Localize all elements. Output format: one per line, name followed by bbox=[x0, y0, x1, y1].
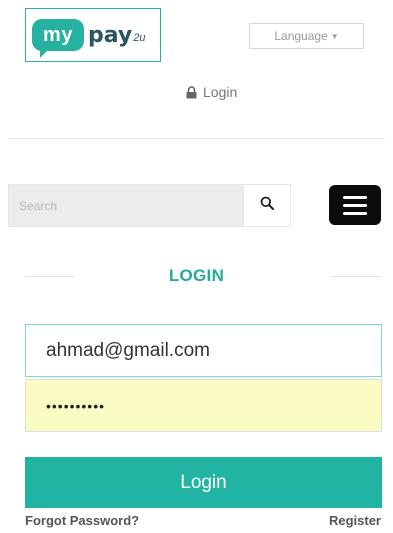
login-button[interactable]: Login bbox=[25, 457, 382, 508]
logo-text: pay bbox=[88, 22, 133, 48]
title-divider-right bbox=[331, 276, 381, 277]
forgot-password-link[interactable]: Forgot Password? bbox=[25, 513, 139, 528]
hamburger-menu-icon-bar bbox=[343, 203, 367, 207]
search-bar bbox=[8, 184, 291, 227]
hamburger-menu-icon-bar bbox=[343, 211, 367, 215]
search-button[interactable] bbox=[243, 185, 290, 226]
logo-bubble-text: my bbox=[43, 23, 73, 46]
header-login-label: Login bbox=[203, 84, 238, 100]
logo[interactable]: my pay 2u bbox=[25, 8, 161, 62]
search-icon bbox=[260, 196, 274, 215]
lock-icon bbox=[186, 85, 197, 99]
language-dropdown[interactable]: Language ▼ bbox=[249, 23, 364, 49]
hamburger-menu-icon-bar bbox=[343, 195, 367, 199]
search-input[interactable] bbox=[9, 185, 243, 226]
logo-bubble: my bbox=[32, 19, 84, 58]
logo-suffix: 2u bbox=[133, 32, 146, 44]
password-field[interactable] bbox=[25, 379, 382, 432]
header-divider bbox=[8, 138, 385, 139]
header-login-link[interactable]: Login bbox=[186, 84, 237, 100]
email-field[interactable] bbox=[25, 324, 382, 377]
caret-down-icon: ▼ bbox=[330, 31, 339, 41]
hamburger-menu-button[interactable] bbox=[329, 185, 381, 225]
register-link[interactable]: Register bbox=[329, 513, 381, 528]
language-label: Language bbox=[274, 29, 328, 43]
